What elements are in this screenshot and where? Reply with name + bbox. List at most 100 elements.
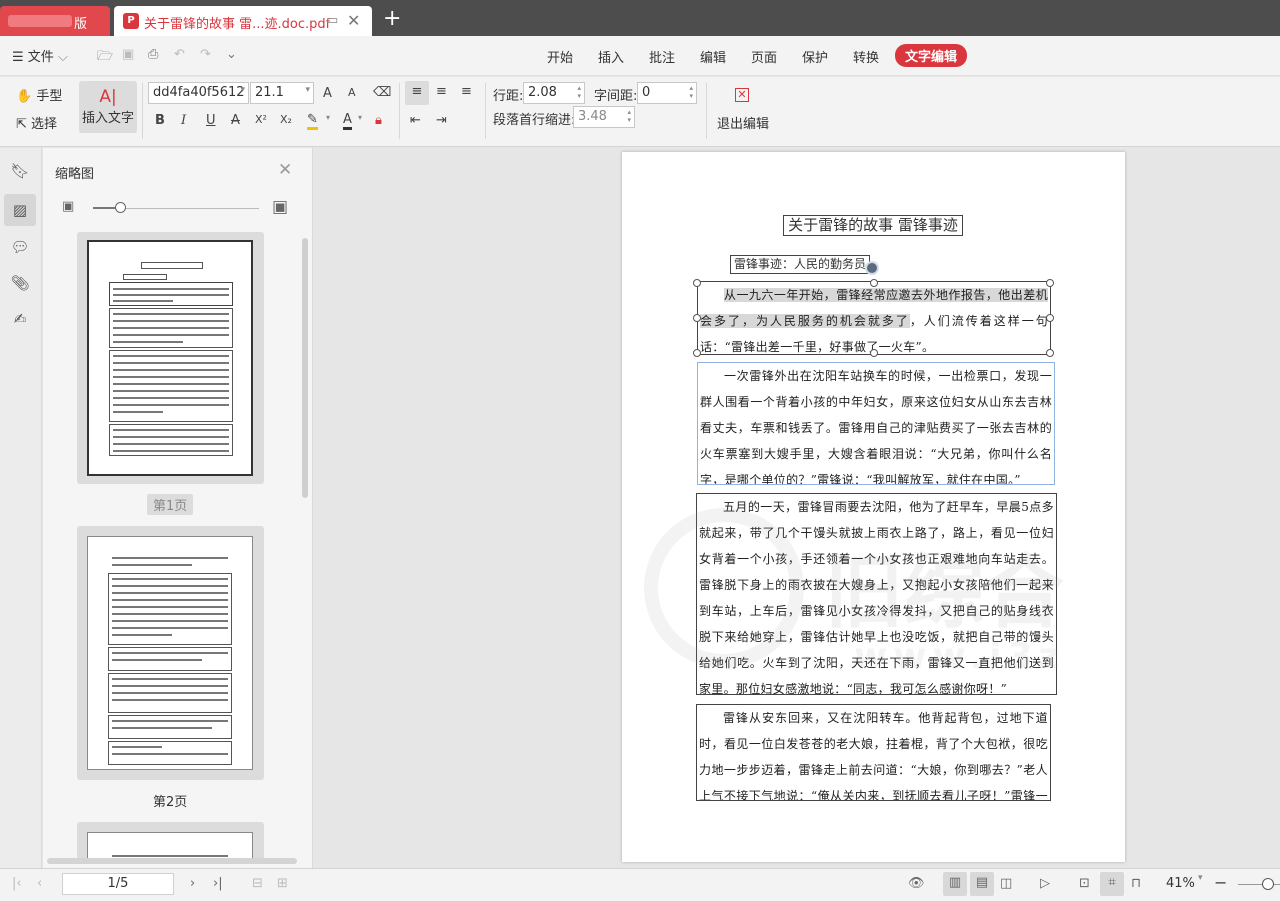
attachment-icon[interactable]: 📎︎	[9, 272, 31, 294]
grow-font-button[interactable]: A	[323, 86, 332, 101]
menu-tab-convert[interactable]: 转换	[853, 47, 879, 66]
font-size-select[interactable]: 21.1 ▾	[250, 82, 314, 104]
file-menu-button[interactable]: ☰ 文件 ⌵	[12, 46, 68, 65]
previous-view-icon[interactable]: ⊟	[252, 876, 263, 891]
menu-tab-page[interactable]: 页面	[751, 47, 777, 66]
shrink-font-button[interactable]: A	[348, 86, 356, 99]
insert-text-button[interactable]: A| 插入文字	[79, 81, 137, 133]
menu-tab-insert[interactable]: 插入	[598, 47, 624, 66]
undo-icon[interactable]: ↶	[174, 47, 185, 62]
first-line-indent-input[interactable]: 3.48 ▴ ▾	[573, 106, 635, 128]
paragraph-1-textbox[interactable]: 从一九六一年开始，雷锋经常应邀去外地作报告，他出差机会多了，为人民服务的机会就多…	[697, 281, 1051, 355]
previous-page-icon[interactable]: ‹	[37, 876, 42, 891]
thumbnail-scrollbar-horizontal[interactable]	[47, 858, 297, 864]
resize-handle[interactable]	[693, 349, 701, 357]
open-folder-icon[interactable]: 🗁	[97, 47, 113, 69]
menu-tab-edit[interactable]: 编辑	[700, 47, 726, 66]
chevron-down-icon[interactable]: ▾	[1198, 873, 1203, 883]
underline-button[interactable]: U	[206, 113, 216, 128]
hamburger-icon: ☰	[12, 50, 24, 65]
align-left-icon[interactable]: ≡	[405, 81, 429, 105]
new-tab-button[interactable]: +	[383, 6, 401, 31]
char-spacing-input[interactable]: 0 ▴ ▾	[637, 82, 697, 104]
resize-handle[interactable]	[870, 349, 878, 357]
chevron-down-icon[interactable]: ▾	[358, 113, 362, 122]
paragraph-3-textbox[interactable]: 五月的一天，雷锋冒雨要去沈阳，他为了赶早车，早晨5点多就起来，带了几个干馒头就披…	[696, 493, 1057, 695]
document-subtitle[interactable]: 雷锋事迹：人民的勤务员	[730, 255, 871, 274]
first-page-icon[interactable]: |‹	[12, 876, 22, 891]
single-page-view-icon[interactable]: ▥	[943, 872, 967, 896]
close-panel-icon[interactable]: ✕	[278, 160, 292, 180]
save-icon[interactable]: ▣	[122, 47, 134, 62]
last-page-icon[interactable]: ›|	[213, 876, 223, 891]
menu-tab-text-edit[interactable]: 文字编辑	[895, 44, 968, 67]
play-icon[interactable]: ▷	[1040, 876, 1050, 891]
thumbnail-scrollbar-vertical[interactable]	[302, 238, 308, 498]
paragraph-4-textbox[interactable]: 雷锋从安东回来，又在沈阳转车。他背起背包，过地下道时，看见一位白发苍苍的老大娘，…	[696, 704, 1051, 801]
select-tool-button[interactable]: ⇱ 选择	[16, 113, 57, 132]
resize-handle[interactable]	[693, 314, 701, 322]
print-icon[interactable]: ⎙	[148, 47, 158, 62]
next-page-icon[interactable]: ›	[190, 876, 195, 891]
redo-icon[interactable]: ↷	[200, 47, 211, 62]
resize-handle[interactable]	[1046, 314, 1054, 322]
zoom-slider-knob[interactable]	[1262, 878, 1274, 890]
monitor-icon[interactable]: ▭	[326, 13, 338, 28]
resize-handle[interactable]	[1046, 349, 1054, 357]
next-view-icon[interactable]: ⊞	[277, 876, 288, 891]
increase-indent-icon[interactable]: ⇥	[436, 113, 447, 128]
decrease-indent-icon[interactable]: ⇤	[410, 113, 421, 128]
document-page[interactable]: 关于雷锋的故事 雷锋事迹 雷锋事迹：人民的勤务员 从一九六一年开始，雷锋经常应邀…	[622, 152, 1125, 862]
large-image-icon[interactable]: ▣	[272, 197, 288, 217]
strikethrough-button[interactable]: A	[231, 113, 240, 128]
two-page-view-icon[interactable]: ◫	[1000, 876, 1012, 891]
bookmark-icon[interactable]: 🔖︎	[9, 160, 31, 182]
superscript-button[interactable]: X²	[255, 113, 267, 126]
paragraph-2-textbox[interactable]: 一次雷锋外出在沈阳车站换车的时候，一出检票口，发现一群人围看一个背着小孩的中年妇…	[697, 362, 1055, 485]
fit-page-icon[interactable]: ⌗	[1100, 872, 1124, 896]
thumbnail-page-2[interactable]	[77, 526, 264, 780]
signature-icon[interactable]: ✍︎	[9, 308, 31, 330]
page-number-input[interactable]: 1/5	[62, 873, 174, 895]
thumbnail-page-1-image	[87, 240, 253, 476]
close-tab-icon[interactable]: ✕	[347, 11, 360, 30]
bookmark-view-icon[interactable]: ⊓	[1131, 876, 1141, 891]
thumbnail-page-1[interactable]	[77, 232, 264, 484]
italic-button[interactable]: I	[181, 113, 186, 128]
menu-tab-comment[interactable]: 批注	[649, 47, 675, 66]
comment-icon[interactable]: 💬︎	[9, 236, 31, 258]
exit-edit-button[interactable]: ✕ 退出编辑	[714, 85, 774, 135]
tab-other-document[interactable]: 版	[0, 6, 110, 36]
font-color-icon[interactable]: A	[343, 112, 352, 130]
bold-button[interactable]: B	[155, 113, 165, 128]
chevron-down-icon[interactable]: ▾	[326, 113, 330, 122]
fit-width-icon[interactable]: ⊡	[1079, 876, 1090, 891]
tab-active-document[interactable]: P 关于雷锋的故事 雷...迹.doc.pdf ▭ ✕	[114, 6, 372, 36]
document-title[interactable]: 关于雷锋的故事 雷锋事迹	[783, 215, 963, 236]
line-spacing-input[interactable]: 2.08 ▴ ▾	[523, 82, 585, 104]
clear-format-icon[interactable]: ⌫	[373, 85, 391, 100]
menu-tab-start[interactable]: 开始	[547, 47, 573, 66]
thumbnail-page-3[interactable]	[77, 822, 264, 862]
chevron-down-icon: ⌵	[57, 50, 68, 65]
document-viewport[interactable]: 关于雷锋的故事 雷锋事迹 雷锋事迹：人民的勤务员 从一九六一年开始，雷锋经常应邀…	[314, 148, 1280, 868]
text-lock-icon[interactable]: 🔒︎	[375, 113, 382, 128]
eye-protection-icon[interactable]: 👁︎	[908, 876, 925, 891]
subscript-button[interactable]: X₂	[280, 113, 292, 126]
align-center-icon[interactable]: ≡	[436, 84, 447, 99]
zoom-out-icon[interactable]: −	[1214, 873, 1227, 892]
hand-tool-button[interactable]: ✋ 手型	[16, 85, 62, 104]
highlight-color-icon[interactable]: ✎	[307, 112, 318, 130]
customize-toolbar-icon[interactable]: ⌄	[226, 47, 237, 62]
rotate-handle-icon[interactable]	[865, 261, 879, 275]
resize-handle[interactable]	[870, 279, 878, 287]
small-image-icon[interactable]: ▣	[62, 199, 74, 214]
continuous-view-icon[interactable]: ▤	[970, 872, 994, 896]
thumbnail-size-knob[interactable]	[115, 202, 126, 213]
resize-handle[interactable]	[693, 279, 701, 287]
align-right-icon[interactable]: ≡	[461, 84, 472, 99]
menu-tab-protect[interactable]: 保护	[802, 47, 828, 66]
font-name-select[interactable]: dd4fa40f5612 ▾	[148, 82, 249, 104]
resize-handle[interactable]	[1046, 279, 1054, 287]
zoom-level[interactable]: 41%	[1166, 876, 1195, 891]
